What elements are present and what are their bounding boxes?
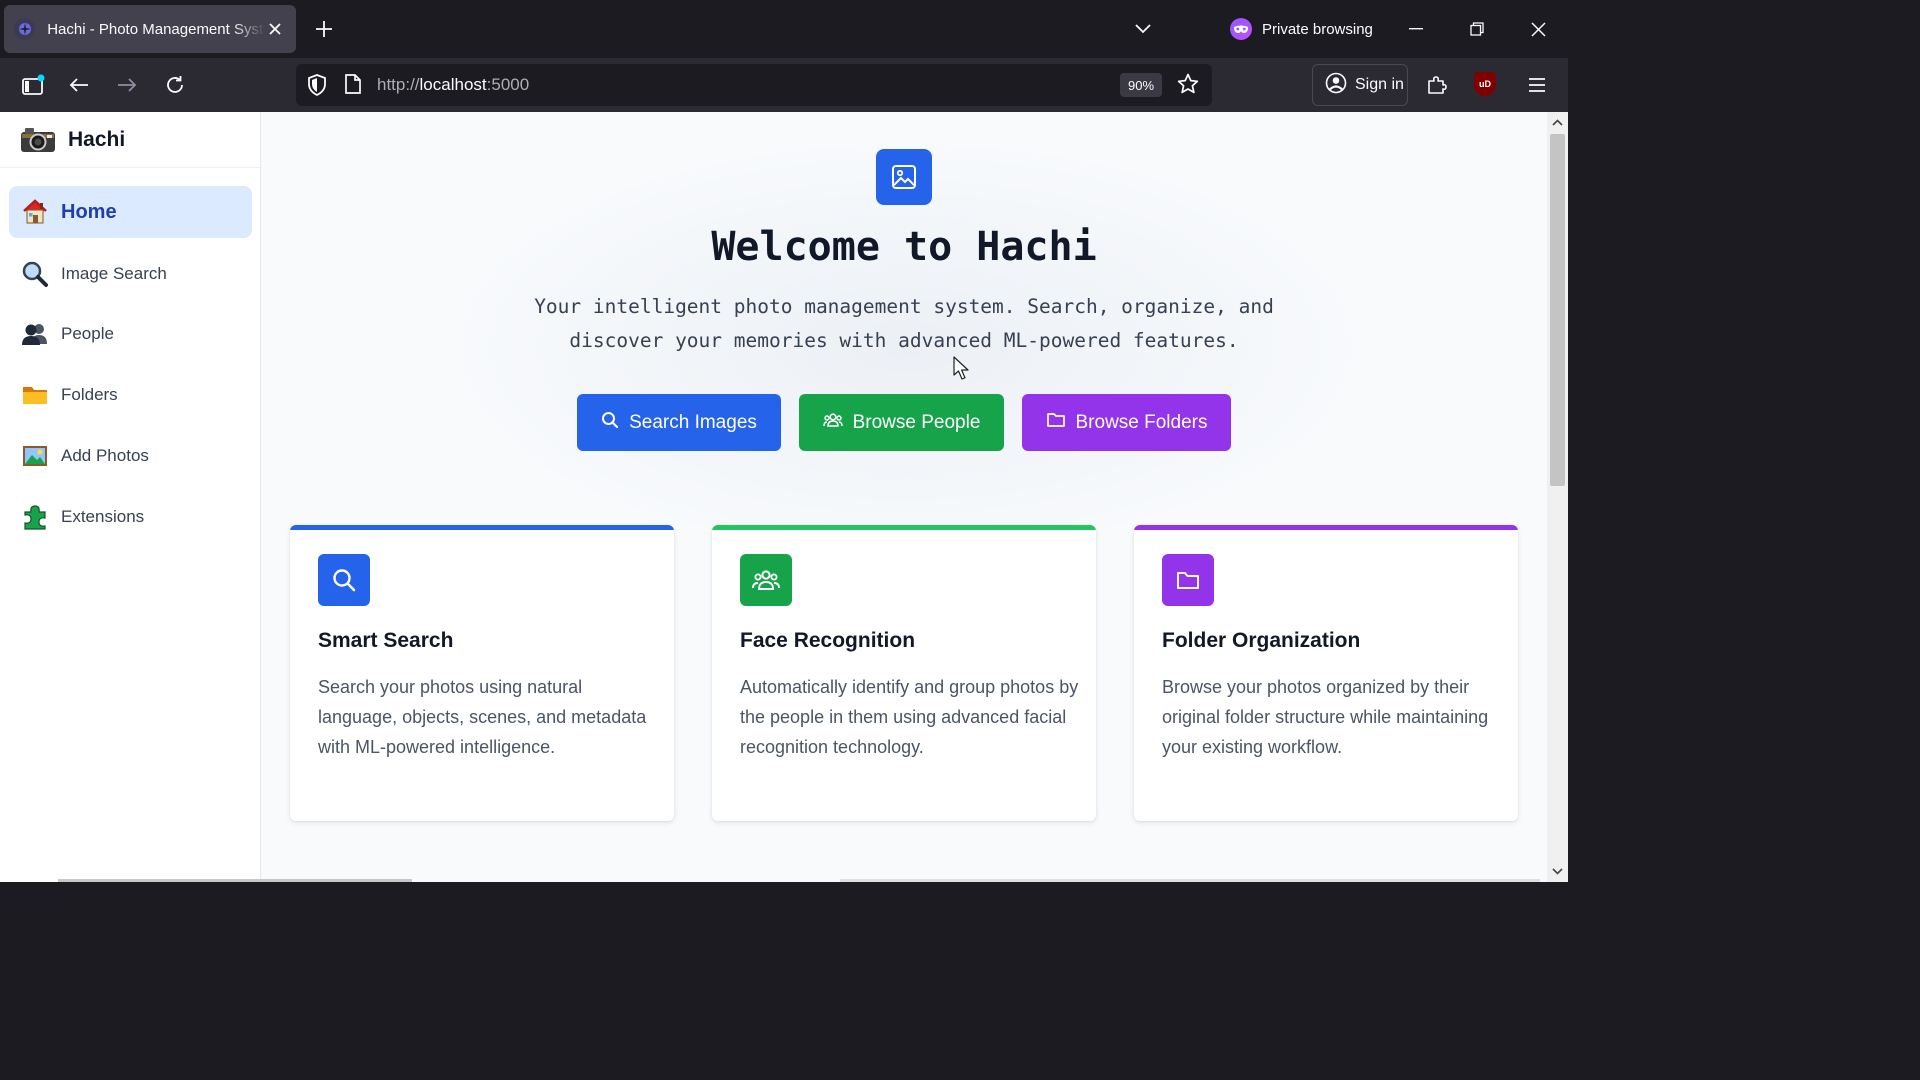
camera-logo-icon bbox=[20, 126, 56, 154]
folder-outline-icon bbox=[1162, 554, 1214, 606]
sidebar-item-home[interactable]: Home bbox=[9, 186, 252, 238]
feature-description: Browse your photos organized by their or… bbox=[1162, 677, 1489, 757]
page-info-icon[interactable] bbox=[344, 73, 362, 100]
brand[interactable]: Hachi bbox=[0, 112, 260, 168]
browser-tab-strip: Hachi - Photo Management System Private … bbox=[0, 0, 1568, 58]
private-mask-icon bbox=[1230, 18, 1252, 40]
feature-description: Search your photos using natural languag… bbox=[318, 677, 647, 757]
people-group-icon bbox=[822, 411, 843, 435]
mouse-pointer-icon bbox=[953, 356, 971, 387]
scroll-down-arrow-icon[interactable] bbox=[1551, 865, 1564, 878]
sidebar-item-folders[interactable]: Folders bbox=[9, 369, 252, 421]
sidebar-item-label: Folders bbox=[61, 385, 118, 404]
scrollbar-thumb[interactable] bbox=[1550, 134, 1565, 486]
search-images-label: Search Images bbox=[629, 411, 757, 433]
tab-title: Hachi - Photo Management System bbox=[47, 20, 265, 38]
card-accent-bar bbox=[290, 525, 674, 530]
app-sidebar: Hachi Home Image Search People Folders A… bbox=[0, 112, 261, 882]
brand-name: Hachi bbox=[68, 127, 126, 151]
extensions-puzzle-icon[interactable] bbox=[1422, 70, 1452, 100]
sidebar-item-image-search[interactable]: Image Search bbox=[9, 248, 252, 300]
sign-in-button[interactable]: Sign in bbox=[1312, 64, 1408, 106]
people-group-icon bbox=[740, 554, 792, 606]
feature-card-smart-search: Smart Search Search your photos using na… bbox=[290, 525, 674, 821]
feature-card-face-recognition: Face Recognition Automatically identify … bbox=[712, 525, 1096, 821]
app-menu-hamburger-icon[interactable] bbox=[1522, 70, 1552, 100]
feature-title: Smart Search bbox=[318, 629, 454, 652]
search-images-button[interactable]: Search Images bbox=[577, 394, 781, 451]
horizontal-scroll-indicator bbox=[58, 879, 412, 882]
page-subtitle: Your intelligent photo management system… bbox=[534, 295, 1274, 352]
url-host: localhost bbox=[419, 75, 487, 94]
sidebar-item-label: Extensions bbox=[61, 507, 145, 526]
sign-in-label: Sign in bbox=[1355, 76, 1404, 93]
puzzle-icon bbox=[21, 503, 49, 531]
scroll-up-arrow-icon[interactable] bbox=[1551, 116, 1564, 129]
browser-tab-active[interactable]: Hachi - Photo Management System bbox=[4, 5, 296, 53]
sidebar-item-label: Image Search bbox=[61, 264, 167, 283]
image-icon bbox=[876, 149, 932, 205]
feature-title: Folder Organization bbox=[1162, 629, 1361, 652]
ublock-origin-icon[interactable]: uD bbox=[1474, 72, 1496, 96]
folder-icon bbox=[21, 381, 49, 409]
restore-window-icon[interactable] bbox=[1455, 10, 1499, 48]
close-window-icon[interactable] bbox=[1516, 10, 1560, 48]
sidebar-item-label: Home bbox=[61, 200, 117, 223]
tab-close-icon[interactable] bbox=[265, 18, 286, 40]
url-scheme: http:// bbox=[377, 75, 420, 94]
feature-description: Automatically identify and group photos … bbox=[740, 677, 1079, 757]
url-text[interactable]: http://localhost:5000 bbox=[377, 75, 529, 95]
new-tab-icon[interactable] bbox=[310, 15, 338, 43]
tracking-protection-shield-icon[interactable] bbox=[306, 73, 328, 102]
card-accent-bar bbox=[1134, 525, 1518, 530]
address-bar[interactable]: http://localhost:5000 90% bbox=[296, 64, 1212, 106]
browser-toolbar: http://localhost:5000 90% Sign in uD bbox=[0, 58, 1568, 112]
account-icon bbox=[1325, 72, 1347, 99]
list-all-tabs-icon[interactable] bbox=[1128, 14, 1158, 44]
minimize-window-icon[interactable] bbox=[1394, 10, 1438, 48]
bookmark-star-icon[interactable] bbox=[1176, 72, 1200, 101]
sidebar-toggle-icon[interactable] bbox=[18, 70, 48, 100]
sidebar-item-extensions[interactable]: Extensions bbox=[9, 491, 252, 543]
browse-folders-button[interactable]: Browse Folders bbox=[1022, 394, 1231, 451]
zoom-level-badge[interactable]: 90% bbox=[1120, 73, 1162, 97]
forward-arrow-icon[interactable] bbox=[112, 70, 142, 100]
horizontal-scroll-track bbox=[840, 879, 1540, 882]
vertical-scrollbar[interactable] bbox=[1547, 112, 1568, 882]
sidebar-item-people[interactable]: People bbox=[9, 308, 252, 360]
search-icon bbox=[601, 411, 619, 435]
reload-icon[interactable] bbox=[160, 70, 190, 100]
card-accent-bar bbox=[712, 525, 1096, 530]
picture-icon bbox=[21, 442, 49, 470]
private-browsing-indicator: Private browsing bbox=[1230, 14, 1373, 44]
search-icon bbox=[318, 554, 370, 606]
feature-card-folder-organization: Folder Organization Browse your photos o… bbox=[1134, 525, 1518, 821]
tab-favicon-icon bbox=[14, 18, 36, 40]
sidebar-item-label: Add Photos bbox=[61, 446, 149, 465]
private-browsing-label: Private browsing bbox=[1262, 20, 1373, 38]
sidebar-item-label: People bbox=[61, 324, 114, 343]
browse-people-label: Browse People bbox=[852, 411, 981, 433]
main-content: Welcome to Hachi Your intelligent photo … bbox=[261, 112, 1547, 882]
sidebar-item-add-photos[interactable]: Add Photos bbox=[9, 430, 252, 482]
magnifier-icon bbox=[21, 260, 49, 288]
folder-outline-icon bbox=[1046, 411, 1066, 435]
page-title: Welcome to Hachi bbox=[711, 224, 1097, 270]
browse-folders-label: Browse Folders bbox=[1075, 411, 1208, 433]
url-port: :5000 bbox=[486, 75, 530, 94]
house-icon bbox=[21, 198, 49, 226]
people-icon bbox=[21, 320, 49, 348]
browse-people-button[interactable]: Browse People bbox=[799, 394, 1004, 451]
back-arrow-icon[interactable] bbox=[64, 70, 94, 100]
page-viewport: Hachi Home Image Search People Folders A… bbox=[0, 112, 1568, 882]
feature-title: Face Recognition bbox=[740, 629, 916, 652]
